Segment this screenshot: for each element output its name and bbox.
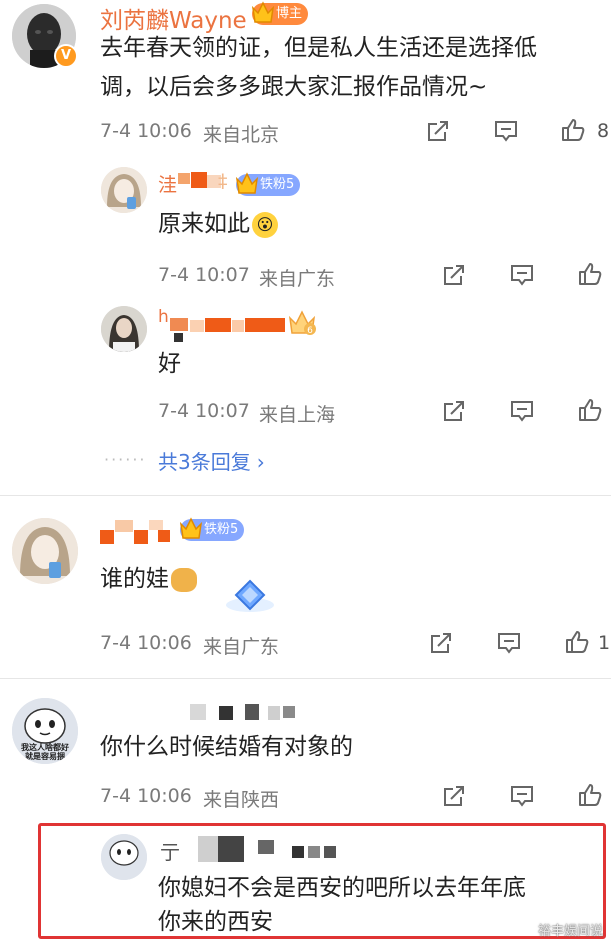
name-mosaic bbox=[268, 706, 280, 720]
reply-name-tail: ‡ bbox=[218, 170, 228, 192]
reply-avatar[interactable] bbox=[101, 306, 147, 352]
share-icon[interactable] bbox=[441, 398, 467, 424]
reply-location: 来自广东 bbox=[259, 268, 336, 290]
name-mosaic bbox=[178, 173, 190, 184]
name-mosaic bbox=[174, 333, 183, 342]
reply-text-line: 你来的西安 bbox=[158, 909, 273, 935]
name-mosaic bbox=[258, 840, 274, 854]
name-mosaic bbox=[324, 846, 336, 858]
share-icon[interactable] bbox=[441, 262, 467, 288]
name-mosaic bbox=[245, 704, 259, 720]
verified-icon: V bbox=[54, 44, 78, 68]
reply-avatar[interactable] bbox=[101, 167, 147, 213]
like-icon[interactable] bbox=[577, 261, 603, 287]
watermark: 裕丰娱间说 bbox=[537, 924, 603, 939]
comment-icon[interactable] bbox=[509, 262, 535, 288]
share-icon[interactable] bbox=[425, 118, 451, 144]
reply-location: 来自上海 bbox=[259, 404, 336, 426]
name-mosaic bbox=[115, 520, 133, 532]
name-mosaic bbox=[100, 530, 114, 544]
reply-name[interactable]: 洼 bbox=[158, 170, 177, 197]
blogger-badge: 博主 bbox=[251, 1, 309, 25]
like-icon[interactable] bbox=[564, 629, 590, 655]
more-replies-link[interactable]: 共3条回复 › bbox=[158, 446, 265, 475]
crown-icon bbox=[179, 517, 203, 539]
fan-badge: 铁粉5 bbox=[179, 517, 245, 541]
reply-name[interactable]: 亍 bbox=[160, 836, 180, 865]
comment-text: 你什么时候结婚有对象的 bbox=[100, 734, 353, 760]
avatar-caption: 我这人啥都好 就是容易捆 bbox=[21, 743, 69, 761]
reply-time: 7-4 10:07 bbox=[158, 400, 250, 422]
divider bbox=[0, 678, 611, 679]
name-mosaic bbox=[219, 706, 233, 720]
more-dots: ······ bbox=[104, 450, 147, 469]
name-mosaic bbox=[205, 318, 231, 332]
name-mosaic bbox=[232, 320, 244, 332]
comment-text-line: 去年春天领的证，但是私人生活还是选择低 bbox=[100, 35, 537, 61]
comment-text-line: 调，以后会多多跟大家汇报作品情况~ bbox=[100, 74, 488, 100]
comment-icon[interactable] bbox=[496, 630, 522, 656]
comment-icon[interactable] bbox=[509, 398, 535, 424]
badge-label: 铁粉5 bbox=[260, 177, 295, 192]
comment-icon[interactable] bbox=[493, 118, 519, 144]
divider bbox=[0, 495, 611, 496]
comment-text: 谁的娃 bbox=[100, 561, 197, 597]
fan-badge: 铁粉5 bbox=[235, 172, 301, 196]
comment-icon[interactable] bbox=[509, 783, 535, 809]
comment-time: 7-4 10:06 bbox=[100, 785, 192, 807]
name-mosaic bbox=[190, 704, 206, 720]
reply-text: 好 bbox=[158, 351, 181, 377]
comment-location: 来自广东 bbox=[203, 636, 280, 658]
name-mosaic bbox=[245, 318, 285, 332]
sticker-gem-icon bbox=[226, 579, 274, 612]
commenter-avatar[interactable] bbox=[12, 518, 78, 584]
commenter-avatar[interactable]: 我这人啥都好 就是容易捆 bbox=[12, 698, 78, 764]
like-icon[interactable] bbox=[577, 782, 603, 808]
like-icon[interactable] bbox=[560, 117, 586, 143]
name-mosaic bbox=[198, 836, 218, 862]
reply-text-line: 你媳妇不会是西安的吧所以去年年底 bbox=[158, 875, 526, 901]
name-mosaic bbox=[308, 846, 320, 858]
crown-icon bbox=[251, 1, 275, 23]
name-mosaic bbox=[190, 320, 204, 332]
anime-girl-icon bbox=[101, 167, 147, 213]
reply-text: 原来如此 😮 bbox=[158, 206, 278, 242]
girl-photo-icon bbox=[101, 306, 147, 352]
comment-time: 7-4 10:06 bbox=[100, 120, 192, 142]
like-icon[interactable] bbox=[577, 397, 603, 423]
svg-text:6: 6 bbox=[307, 326, 313, 336]
chevron-right-icon: › bbox=[256, 450, 265, 474]
name-mosaic bbox=[134, 530, 148, 544]
doge-emoji-icon bbox=[171, 567, 197, 592]
badge-label: 铁粉5 bbox=[204, 522, 239, 537]
crown-icon bbox=[235, 172, 259, 194]
like-count: 1 bbox=[598, 632, 611, 654]
comment-location: 来自北京 bbox=[203, 124, 280, 146]
name-mosaic bbox=[170, 318, 188, 331]
share-icon[interactable] bbox=[428, 630, 454, 656]
like-count: 8 bbox=[597, 120, 610, 142]
reply-name[interactable]: h bbox=[158, 307, 169, 327]
comment-time: 7-4 10:06 bbox=[100, 632, 192, 654]
anime-girl-icon bbox=[12, 518, 78, 584]
reply-avatar[interactable] bbox=[101, 834, 147, 880]
crown-level-icon: 6 bbox=[288, 310, 316, 336]
name-mosaic bbox=[218, 836, 244, 862]
comment-location: 来自陕西 bbox=[203, 789, 280, 811]
meme-face-icon bbox=[101, 834, 147, 880]
reply-time: 7-4 10:07 bbox=[158, 264, 250, 286]
surprised-emoji-icon: 😮 bbox=[252, 211, 278, 238]
badge-label: 博主 bbox=[276, 6, 303, 21]
name-mosaic bbox=[158, 530, 170, 542]
name-mosaic bbox=[292, 846, 304, 858]
name-mosaic bbox=[283, 706, 295, 718]
name-mosaic bbox=[191, 172, 207, 188]
share-icon[interactable] bbox=[441, 783, 467, 809]
name-mosaic bbox=[149, 520, 163, 530]
